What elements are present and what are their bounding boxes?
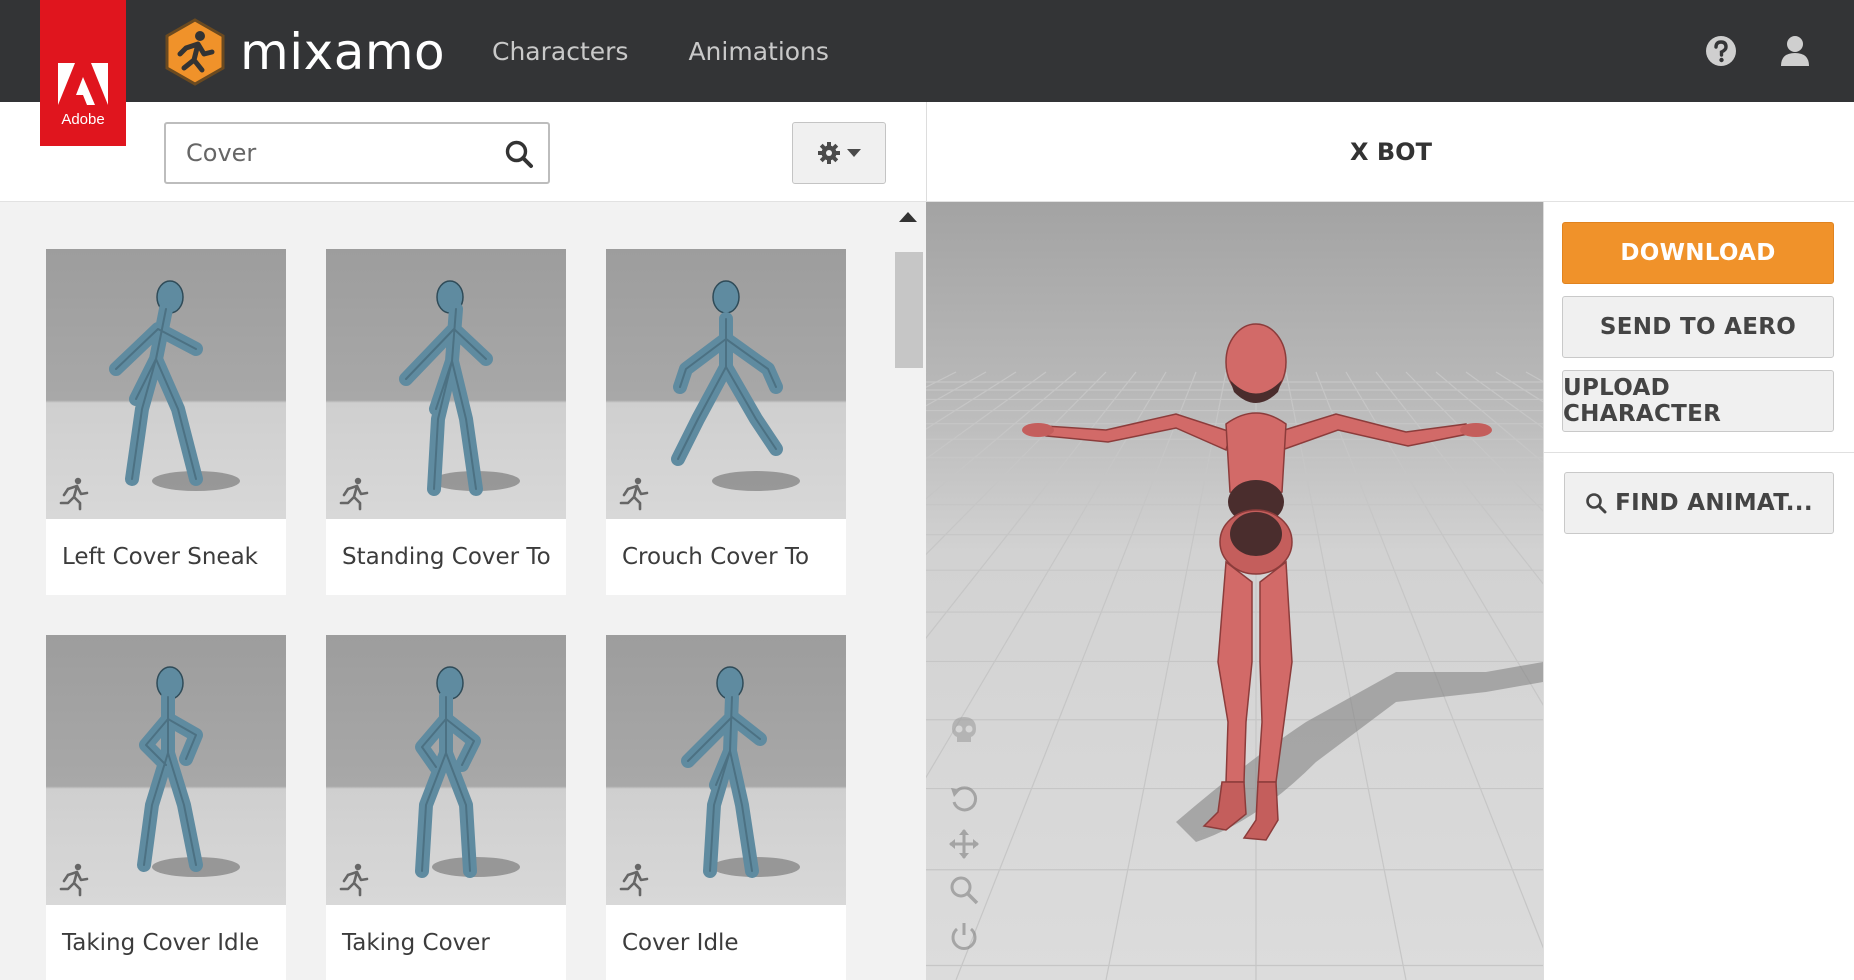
running-man-icon bbox=[619, 863, 649, 897]
gear-icon bbox=[818, 142, 840, 164]
animation-card[interactable]: Standing Cover To bbox=[326, 249, 566, 595]
animation-thumbnail bbox=[326, 249, 566, 519]
animation-title: Taking Cover bbox=[342, 930, 490, 956]
animation-card[interactable]: Left Cover Sneak bbox=[46, 249, 286, 595]
3d-viewport[interactable] bbox=[926, 202, 1543, 980]
running-man-icon bbox=[339, 477, 369, 511]
zoom-icon[interactable] bbox=[948, 874, 980, 906]
adobe-label: Adobe bbox=[61, 111, 105, 128]
search-field[interactable] bbox=[164, 122, 550, 184]
viewer-header: X BOT bbox=[926, 102, 1854, 202]
search-input[interactable] bbox=[166, 139, 486, 167]
move-icon[interactable] bbox=[948, 828, 980, 860]
download-button[interactable]: DOWNLOAD bbox=[1562, 222, 1834, 284]
search-icon[interactable] bbox=[504, 139, 534, 169]
running-man-icon bbox=[59, 477, 89, 511]
adobe-badge[interactable]: Adobe bbox=[40, 0, 126, 146]
main-nav: Characters Animations bbox=[492, 0, 829, 102]
animation-card[interactable]: Crouch Cover To bbox=[606, 249, 846, 595]
actions-divider bbox=[1544, 452, 1854, 453]
upload-character-button[interactable]: UPLOAD CHARACTER bbox=[1562, 370, 1834, 432]
nav-animations[interactable]: Animations bbox=[688, 37, 828, 66]
animation-card[interactable]: Taking Cover bbox=[326, 635, 566, 980]
running-man-icon bbox=[339, 863, 369, 897]
search-icon bbox=[1586, 493, 1607, 514]
animation-title: Left Cover Sneak bbox=[62, 544, 258, 570]
viewport-toolbar bbox=[948, 714, 984, 966]
animation-thumbnail bbox=[46, 249, 286, 519]
actions-panel: DOWNLOAD SEND TO AERO UPLOAD CHARACTER F… bbox=[1543, 202, 1854, 980]
settings-dropdown-button[interactable] bbox=[792, 122, 886, 184]
animation-card[interactable]: Cover Idle bbox=[606, 635, 846, 980]
animation-thumbnail bbox=[46, 635, 286, 905]
send-to-aero-button[interactable]: SEND TO AERO bbox=[1562, 296, 1834, 358]
animation-card[interactable]: Taking Cover Idle bbox=[46, 635, 286, 980]
animation-thumbnail bbox=[606, 635, 846, 905]
animation-title: Crouch Cover To bbox=[622, 544, 810, 570]
character-name: X BOT bbox=[1350, 138, 1432, 166]
chevron-down-icon bbox=[847, 149, 861, 157]
running-man-icon bbox=[59, 863, 89, 897]
user-icon[interactable] bbox=[1778, 34, 1812, 68]
find-animations-label: FIND ANIMAT... bbox=[1615, 490, 1813, 516]
animation-grid: Left Cover Sneak Standing Cover To Crouch … bbox=[0, 202, 926, 980]
top-nav-bar: mixamo Characters Animations bbox=[0, 0, 1854, 102]
scroll-up-arrow[interactable] bbox=[899, 212, 917, 222]
animation-search-toolbar bbox=[0, 102, 926, 202]
help-circle-icon[interactable] bbox=[1704, 34, 1738, 68]
mixamo-logo-icon bbox=[165, 18, 225, 86]
floor-grid bbox=[926, 323, 1543, 980]
power-icon[interactable] bbox=[948, 920, 980, 952]
animation-title: Standing Cover To bbox=[342, 544, 551, 570]
scrollbar-thumb[interactable] bbox=[895, 252, 923, 368]
find-animations-button[interactable]: FIND ANIMAT... bbox=[1564, 472, 1834, 534]
adobe-logo-icon bbox=[58, 63, 108, 105]
brand-name: mixamo bbox=[240, 23, 446, 81]
rotate-icon[interactable] bbox=[948, 782, 980, 814]
animation-title: Cover Idle bbox=[622, 930, 739, 956]
skull-icon[interactable] bbox=[948, 714, 980, 746]
animation-title: Taking Cover Idle bbox=[62, 930, 260, 956]
mixamo-brand[interactable]: mixamo bbox=[164, 18, 445, 86]
animation-thumbnail bbox=[326, 635, 566, 905]
animation-thumbnail bbox=[606, 249, 846, 519]
running-man-icon bbox=[619, 477, 649, 511]
nav-characters[interactable]: Characters bbox=[492, 37, 628, 66]
